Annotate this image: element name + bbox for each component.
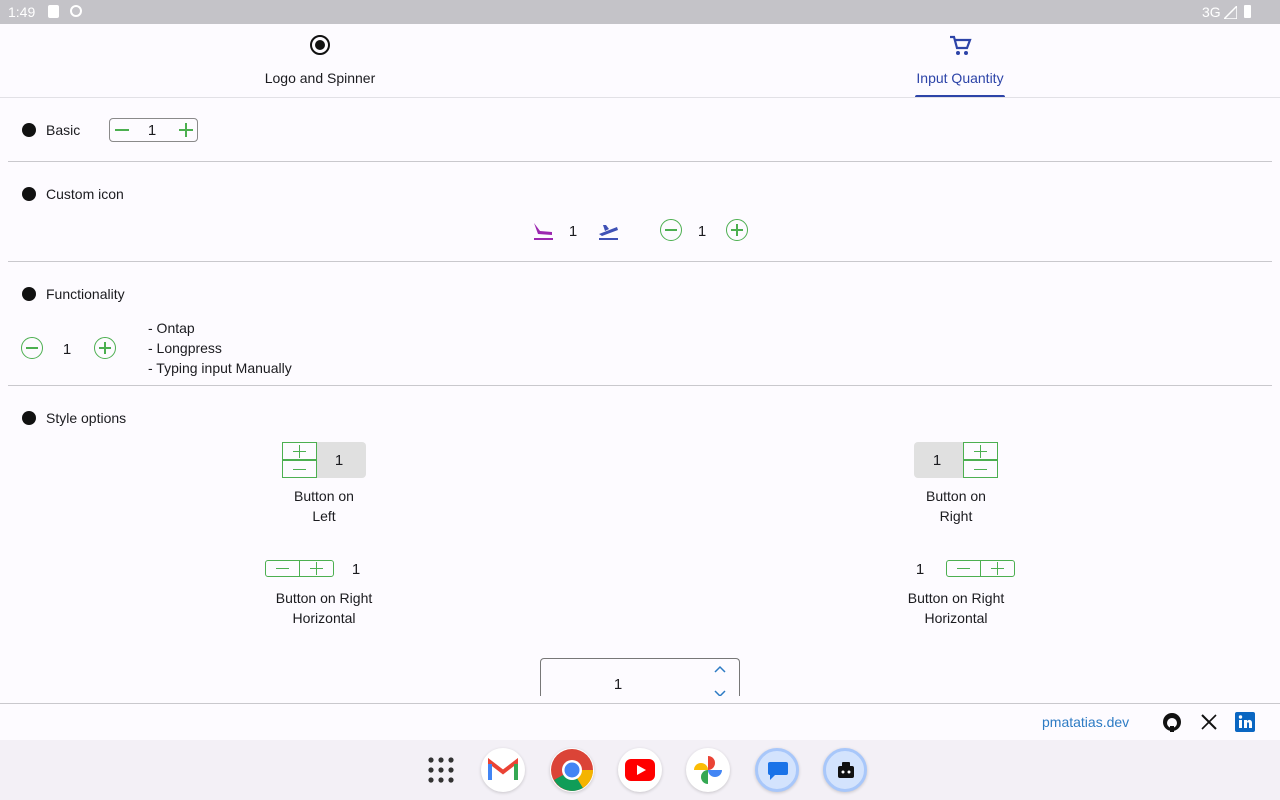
section-bullet bbox=[22, 187, 36, 201]
chevron-down-icon[interactable] bbox=[713, 689, 727, 696]
cart-icon bbox=[950, 35, 972, 55]
plus-icon[interactable] bbox=[179, 123, 193, 137]
decrement-button[interactable] bbox=[282, 460, 317, 478]
plus-icon bbox=[991, 562, 1004, 575]
list-item: - Typing input Manually bbox=[148, 360, 292, 376]
app-drawer-icon[interactable] bbox=[427, 756, 455, 784]
list-item: - Longpress bbox=[148, 340, 222, 356]
quantity-value[interactable]: 1 bbox=[345, 561, 367, 578]
github-icon[interactable] bbox=[1162, 712, 1182, 732]
section-divider bbox=[8, 385, 1272, 386]
section-divider bbox=[8, 161, 1272, 162]
section-divider bbox=[8, 261, 1272, 262]
section-bullet bbox=[22, 411, 36, 425]
quantity-value[interactable]: 1 bbox=[691, 223, 713, 240]
minus-icon bbox=[974, 463, 987, 476]
x-icon[interactable] bbox=[1200, 713, 1218, 731]
status-time: 1:49 bbox=[8, 4, 36, 20]
section-bullet bbox=[22, 123, 36, 137]
list-item: - Ontap bbox=[148, 320, 195, 336]
increment-button[interactable] bbox=[299, 560, 334, 577]
signal-icon bbox=[1224, 6, 1237, 19]
decrement-button[interactable] bbox=[946, 560, 981, 577]
increment-button[interactable] bbox=[94, 337, 116, 359]
tab-input-quantity[interactable]: Input Quantity bbox=[640, 28, 1280, 96]
footer-divider bbox=[0, 703, 1280, 704]
outlined-quantity-input[interactable]: 1 bbox=[540, 658, 740, 696]
caption-horizontal-right: Button on Right Horizontal bbox=[907, 590, 1005, 626]
minus-icon bbox=[293, 463, 306, 476]
quantity-value[interactable]: 1 bbox=[140, 122, 164, 139]
quantity-value[interactable]: 1 bbox=[56, 341, 78, 358]
increment-button[interactable] bbox=[980, 560, 1015, 577]
tab-label: Input Quantity bbox=[916, 70, 1004, 86]
section-title-functionality: Functionality bbox=[46, 286, 125, 302]
quantity-value[interactable]: 1 bbox=[909, 561, 931, 578]
quantity-value[interactable]: 1 bbox=[607, 676, 629, 693]
caption-button-left: Button on Left bbox=[294, 488, 354, 524]
linkedin-icon[interactable] bbox=[1235, 712, 1255, 732]
plus-icon bbox=[974, 445, 987, 458]
chrome-icon[interactable] bbox=[550, 748, 594, 792]
quantity-value[interactable]: 1 bbox=[926, 452, 948, 469]
tab-logo-and-spinner[interactable]: Logo and Spinner bbox=[0, 28, 640, 96]
basic-quantity-input: 1 bbox=[109, 118, 198, 142]
sd-card-icon bbox=[48, 5, 59, 18]
section-bullet bbox=[22, 287, 36, 301]
photos-icon[interactable] bbox=[686, 748, 730, 792]
minus-icon bbox=[276, 562, 289, 575]
quantity-value[interactable]: 1 bbox=[562, 223, 584, 240]
chevron-up-icon[interactable] bbox=[713, 665, 727, 674]
increment-button[interactable] bbox=[726, 219, 748, 241]
quantity-field-buttons-left: 1 bbox=[282, 442, 366, 478]
tab-divider bbox=[0, 97, 1280, 98]
plus-icon bbox=[310, 562, 323, 575]
decrement-button[interactable] bbox=[21, 337, 43, 359]
section-title-custom-icon: Custom icon bbox=[46, 186, 124, 202]
quantity-value[interactable]: 1 bbox=[328, 452, 350, 469]
flight-takeoff-icon[interactable] bbox=[597, 219, 619, 241]
youtube-icon[interactable] bbox=[618, 748, 662, 792]
caption-horizontal-left: Button on Right Horizontal bbox=[275, 590, 373, 626]
messages-icon[interactable] bbox=[755, 748, 799, 792]
decrement-button[interactable] bbox=[660, 219, 682, 241]
website-link[interactable]: pmatatias.dev bbox=[1042, 714, 1129, 730]
battery-icon bbox=[1244, 5, 1251, 18]
plus-icon bbox=[293, 445, 306, 458]
functionality-list: - Ontap - Longpress - Typing input Manua… bbox=[148, 318, 292, 378]
section-title-style-options: Style options bbox=[46, 410, 127, 426]
minus-icon[interactable] bbox=[115, 123, 129, 137]
gmail-icon[interactable] bbox=[481, 748, 525, 792]
caption-button-right: Button on Right bbox=[926, 488, 986, 524]
network-type: 3G bbox=[1202, 4, 1221, 20]
radio-button-icon bbox=[310, 35, 330, 55]
status-bar: 1:49 3G bbox=[0, 0, 1280, 24]
section-title-basic: Basic bbox=[46, 122, 81, 138]
minus-icon bbox=[957, 562, 970, 575]
increment-button[interactable] bbox=[963, 442, 998, 460]
tab-label: Logo and Spinner bbox=[264, 70, 376, 86]
flight-land-icon[interactable] bbox=[532, 219, 554, 241]
increment-button[interactable] bbox=[282, 442, 317, 460]
decrement-button[interactable] bbox=[963, 460, 998, 478]
app-icon[interactable] bbox=[823, 748, 867, 792]
decrement-button[interactable] bbox=[265, 560, 300, 577]
quantity-field-buttons-right: 1 bbox=[914, 442, 998, 478]
sync-icon bbox=[70, 5, 82, 17]
